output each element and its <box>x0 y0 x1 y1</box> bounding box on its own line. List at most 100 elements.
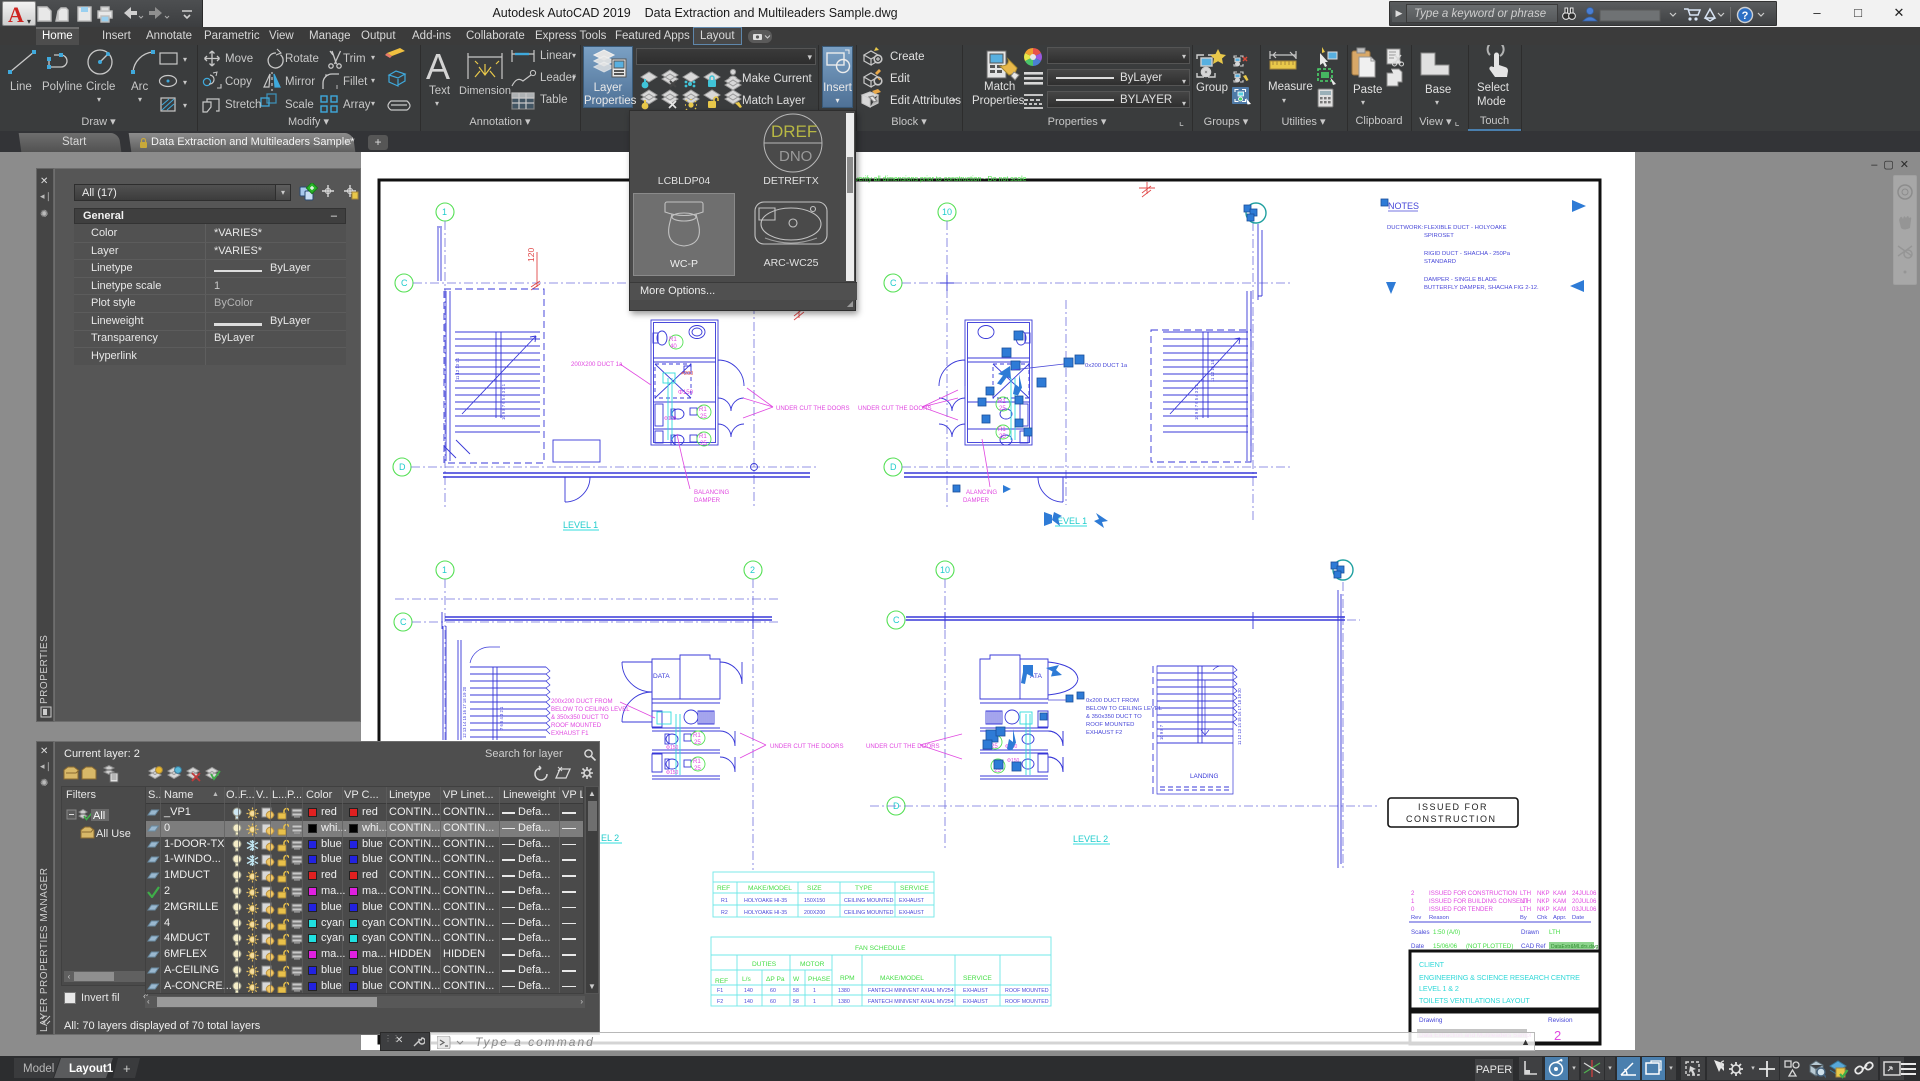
svg-text:Date: Date <box>1572 915 1584 921</box>
svg-text:ROOF MOUNTED: ROOF MOUNTED <box>551 722 602 729</box>
svg-text:▾: ▾ <box>371 76 375 85</box>
svg-text:Drawn: Drawn <box>1521 929 1539 936</box>
svg-text:DUCTWORK:: DUCTWORK: <box>1387 225 1424 231</box>
svg-text:R1: R1 <box>721 898 728 904</box>
svg-text:Base: Base <box>1425 84 1451 96</box>
svg-text:Create: Create <box>890 51 925 63</box>
svg-text:▾: ▾ <box>952 96 956 105</box>
svg-text:Φ150: Φ150 <box>664 416 677 422</box>
svg-text:HOLYOAKE HI-35: HOLYOAKE HI-35 <box>744 910 787 916</box>
svg-text:NKP: NKP <box>1537 890 1550 897</box>
svg-text:ROOF MOUNTED: ROOF MOUNTED <box>1005 988 1049 994</box>
svg-text:ISSUED FOR TENDER: ISSUED FOR TENDER <box>1429 906 1493 913</box>
svg-text:Match Layer: Match Layer <box>742 95 805 107</box>
svg-text:10: 10 <box>942 207 952 217</box>
svg-text:▾: ▾ <box>183 55 187 64</box>
svg-text:LEVEL 1 & 2: LEVEL 1 & 2 <box>1419 984 1459 993</box>
svg-text:MAKE/MODEL: MAKE/MODEL <box>748 885 792 892</box>
svg-text:SERVICE: SERVICE <box>963 975 992 982</box>
svg-text:1: 1 <box>813 999 816 1005</box>
svg-text:200X200: 200X200 <box>804 910 825 916</box>
svg-text:▾: ▾ <box>1282 96 1286 105</box>
svg-text:Line: Line <box>10 81 32 93</box>
svg-text:Edit: Edit <box>890 73 911 85</box>
svg-text:ΔP Pa: ΔP Pa <box>766 976 785 983</box>
svg-text:25: 25 <box>999 433 1006 440</box>
svg-text:▾: ▾ <box>572 73 576 82</box>
svg-text:Mode: Mode <box>1477 96 1506 108</box>
svg-text:25: 25 <box>700 440 707 447</box>
svg-text:CONSTRUCTION: CONSTRUCTION <box>1406 814 1497 824</box>
svg-text:C: C <box>890 278 897 288</box>
svg-text:Edit Attributes: Edit Attributes <box>890 95 961 107</box>
svg-text:DAMPER: DAMPER <box>694 497 721 504</box>
svg-text:03JUL06: 03JUL06 <box>1572 906 1597 913</box>
svg-text:▾: ▾ <box>1361 98 1365 107</box>
svg-text:FLEXIBLE DUCT - HOLYOAKE: FLEXIBLE DUCT - HOLYOAKE <box>1424 225 1507 231</box>
svg-text:RPM: RPM <box>840 975 855 982</box>
svg-text:10 9 8 7 6 5 4 3 2 1: 10 9 8 7 6 5 4 3 2 1 <box>501 383 506 420</box>
svg-text:LTH: LTH <box>1520 906 1531 913</box>
svg-text:Arc: Arc <box>131 81 149 93</box>
svg-text:LEVEL 1: LEVEL 1 <box>563 520 598 530</box>
svg-text:▾: ▾ <box>138 95 142 104</box>
svg-text:verify all dimensions prior to: verify all dimensions prior to construct… <box>855 176 1027 183</box>
svg-text:140: 140 <box>744 988 753 994</box>
svg-text:2: 2 <box>1554 1028 1561 1043</box>
svg-text:DREF: DREF <box>771 122 817 141</box>
svg-text:W: W <box>793 976 800 983</box>
svg-text:HOLYOAKE HI-35: HOLYOAKE HI-35 <box>744 898 787 904</box>
svg-text:CLIENT: CLIENT <box>1419 960 1445 969</box>
svg-text:DAMPER: DAMPER <box>963 497 990 504</box>
svg-text:EXHAUST: EXHAUST <box>963 988 989 994</box>
svg-text:Scales: Scales <box>1411 929 1430 936</box>
svg-text:11 12 13 14 15 16 17 18 19 20: 11 12 13 14 15 16 17 18 19 20 <box>1237 688 1242 745</box>
svg-text:STANDARD: STANDARD <box>1424 259 1456 265</box>
svg-text:ROOF MOUNTED: ROOF MOUNTED <box>1086 722 1134 728</box>
svg-text:Model: Model <box>23 1063 54 1075</box>
svg-text:ISSUED FOR: ISSUED FOR <box>1418 802 1488 812</box>
svg-text:Rev: Rev <box>1411 915 1421 921</box>
svg-text:D: D <box>399 462 406 472</box>
svg-text:▾: ▾ <box>371 99 375 108</box>
svg-text:Appr.: Appr. <box>1553 915 1567 921</box>
svg-text:R1: R1 <box>699 433 707 440</box>
svg-text:PHASE: PHASE <box>808 976 831 983</box>
svg-text:Text: Text <box>429 85 451 97</box>
svg-text:NKP: NKP <box>1537 898 1550 905</box>
svg-text:A: A <box>426 46 450 87</box>
svg-text:Layout1: Layout1 <box>69 1063 114 1075</box>
svg-text:Date: Date <box>1411 943 1425 950</box>
svg-text:C: C <box>401 278 408 288</box>
svg-text:24JUL06: 24JUL06 <box>1572 890 1597 897</box>
svg-text:40: 40 <box>670 343 677 350</box>
svg-text:EXHAUST F2: EXHAUST F2 <box>1086 730 1122 736</box>
svg-text:BALANCING: BALANCING <box>694 489 729 496</box>
svg-text:EXHAUST: EXHAUST <box>963 999 989 1005</box>
svg-text:Copy: Copy <box>225 76 252 88</box>
svg-text:0x200 DUCT 1a: 0x200 DUCT 1a <box>1085 363 1128 369</box>
svg-text:LTH: LTH <box>1520 890 1531 897</box>
svg-text:0x200 DUCT FROM: 0x200 DUCT FROM <box>1086 698 1139 704</box>
svg-text:DUTIES: DUTIES <box>752 961 777 968</box>
svg-text:1: 1 <box>442 207 447 217</box>
svg-text:MOTOR: MOTOR <box>800 961 825 968</box>
svg-text:F2: F2 <box>717 999 723 1005</box>
svg-text:▾: ▾ <box>572 51 576 60</box>
svg-text:& 350x350 DUCT TO: & 350x350 DUCT TO <box>1086 714 1142 720</box>
svg-text:120: 120 <box>526 248 536 262</box>
svg-text:SERVICE: SERVICE <box>900 885 929 892</box>
svg-text:Measure: Measure <box>1268 81 1313 93</box>
svg-text:≠200: ≠200 <box>681 371 693 377</box>
svg-text:Polyline: Polyline <box>42 81 82 93</box>
svg-text:CAD Ref: CAD Ref <box>1521 943 1546 950</box>
svg-text:ENGINEERING & SCIENCE RESEARCH: ENGINEERING & SCIENCE RESEARCH CENTRE <box>1419 973 1580 982</box>
svg-text:25: 25 <box>694 739 701 746</box>
svg-text:1: 1 <box>442 565 447 575</box>
svg-text:DataExtr&MLdrs.dwg: DataExtr&MLdrs.dwg <box>1551 944 1598 950</box>
svg-text:EL 2: EL 2 <box>601 833 619 843</box>
svg-text:150X150: 150X150 <box>804 898 825 904</box>
svg-text:10: 10 <box>940 565 950 575</box>
svg-text:Properties: Properties <box>972 95 1025 107</box>
svg-text:R2: R2 <box>721 910 728 916</box>
